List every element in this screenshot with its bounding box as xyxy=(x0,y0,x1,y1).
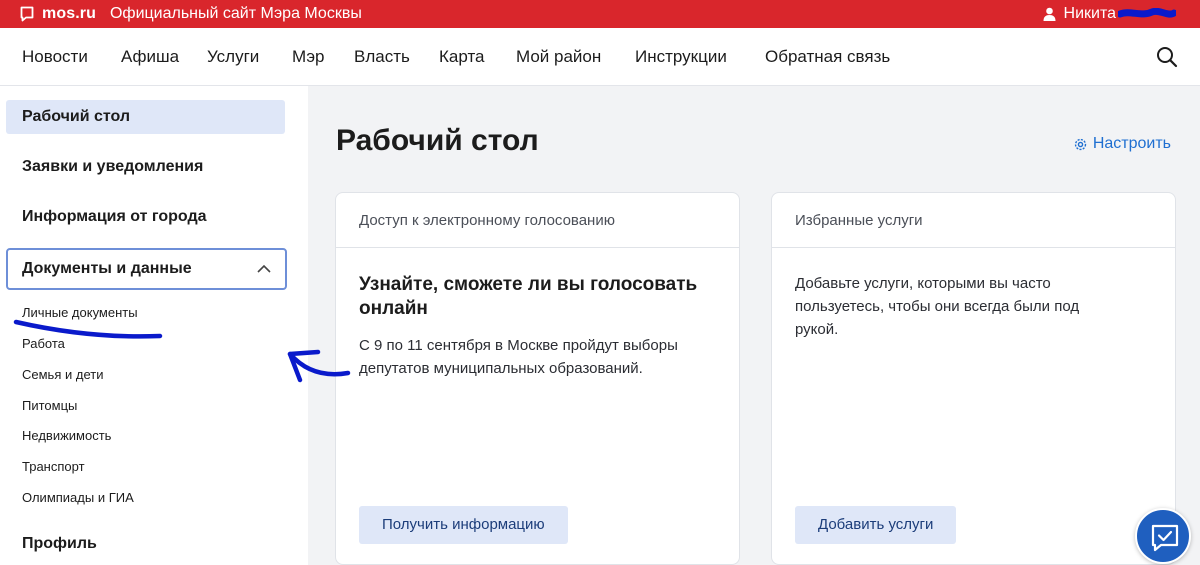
nav-item-feedback[interactable]: Обратная связь xyxy=(765,28,890,86)
site-title: Официальный сайт Мэра Москвы xyxy=(109,5,362,22)
user-icon xyxy=(1043,7,1056,21)
main-nav: Новости Афиша Услуги Мэр Власть Карта Мо… xyxy=(0,28,1200,86)
top-bar: mos.ru Официальный сайт Мэра Москвы Ники… xyxy=(0,0,1200,28)
sidebar-subitem-pets[interactable]: Питомцы xyxy=(22,398,77,413)
chat-button[interactable] xyxy=(1135,508,1191,564)
card-title: Узнайте, сможете ли вы голосовать онлайн xyxy=(359,274,698,319)
chevron-up-icon xyxy=(257,264,271,273)
sidebar-item-documents-label: Документы и данные xyxy=(22,260,192,277)
card-text: С 9 по 11 сентября в Москве пройдут выбо… xyxy=(359,337,678,377)
sidebar-item-city-info[interactable]: Информация от города xyxy=(6,200,285,234)
nav-item-services[interactable]: Услуги xyxy=(207,28,259,86)
sidebar-subitem-work[interactable]: Работа xyxy=(22,336,65,351)
page-title: Рабочий стол xyxy=(336,124,539,157)
sidebar-subitem-realty[interactable]: Недвижимость xyxy=(22,428,111,443)
configure-label: Настроить xyxy=(1092,135,1171,152)
nav-item-authorities[interactable]: Власть xyxy=(354,28,410,86)
sidebar-subitem-transport[interactable]: Транспорт xyxy=(22,459,85,474)
nav-item-afisha[interactable]: Афиша xyxy=(121,28,179,86)
nav-item-map[interactable]: Карта xyxy=(439,28,485,86)
nav-item-instructions[interactable]: Инструкции xyxy=(635,28,727,86)
sidebar-subitem-family[interactable]: Семья и дети xyxy=(22,367,103,382)
sidebar: Рабочий стол Заявки и уведомления Информ… xyxy=(0,86,308,565)
chat-check-icon xyxy=(1151,524,1179,552)
user-menu[interactable]: Никита xyxy=(1043,0,1176,28)
sidebar-subitem-personal-docs[interactable]: Личные документы xyxy=(22,305,138,320)
get-info-button[interactable]: Получить информацию xyxy=(359,506,568,544)
logo-text: mos.ru xyxy=(42,5,96,22)
add-services-button[interactable]: Добавить услуги xyxy=(795,506,957,544)
user-name: Никита xyxy=(1063,5,1116,22)
mos-logo[interactable]: mos.ru xyxy=(20,5,96,23)
search-icon[interactable] xyxy=(1156,46,1178,68)
sidebar-item-documents[interactable]: Документы и данные xyxy=(6,248,287,290)
sidebar-item-dashboard[interactable]: Рабочий стол xyxy=(6,100,285,134)
configure-link[interactable]: Настроить xyxy=(1073,135,1171,153)
nav-item-my-district[interactable]: Мой район xyxy=(516,28,601,86)
mos-logo-icon xyxy=(20,6,34,22)
gear-icon xyxy=(1074,138,1086,150)
nav-item-mayor[interactable]: Мэр xyxy=(292,28,324,86)
voting-card: Доступ к электронному голосованию Узнайт… xyxy=(335,192,740,565)
sidebar-item-requests[interactable]: Заявки и уведомления xyxy=(6,150,285,184)
card-header: Доступ к электронному голосованию xyxy=(336,193,739,248)
sidebar-subitem-olympiads[interactable]: Олимпиады и ГИА xyxy=(22,490,134,505)
favorite-services-card: Избранные услуги Добавьте услуги, которы… xyxy=(771,192,1176,565)
card-text: Добавьте услуги, которыми вы часто польз… xyxy=(795,275,1080,338)
redaction-scribble xyxy=(1118,8,1176,18)
nav-item-news[interactable]: Новости xyxy=(22,28,88,86)
card-header: Избранные услуги xyxy=(772,193,1175,248)
sidebar-item-profile[interactable]: Профиль xyxy=(6,527,285,561)
